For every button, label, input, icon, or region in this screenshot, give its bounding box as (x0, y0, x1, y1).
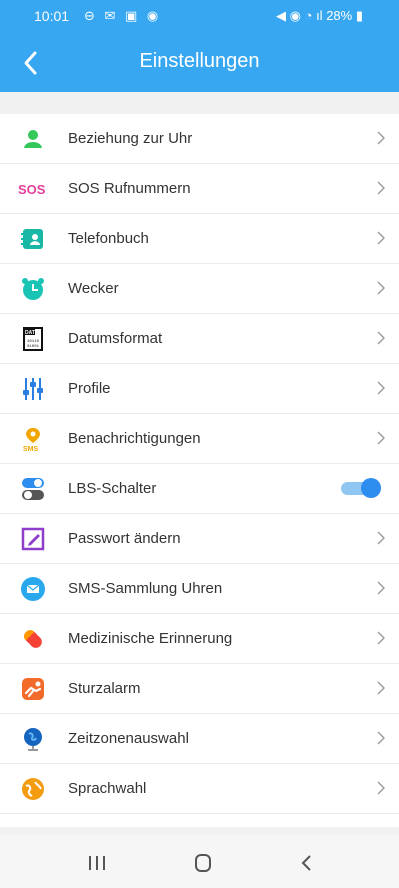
chevron-right-icon (375, 728, 387, 748)
settings-item-label: Sturzalarm (68, 680, 141, 697)
chevron-right-icon (375, 628, 387, 648)
settings-item[interactable]: DAT 10110 01001 Datumsformat (0, 314, 399, 364)
system-nav-bar (0, 835, 399, 888)
contacts-icon (20, 226, 46, 252)
fall-alarm-icon (20, 676, 46, 702)
settings-item[interactable]: Beziehung zur Uhr (0, 114, 399, 164)
settings-item-label: Beziehung zur Uhr (68, 130, 193, 147)
chevron-right-icon (375, 778, 387, 798)
bottom-divider (0, 827, 399, 835)
alarm-clock-icon (20, 276, 46, 302)
svg-text:SMS: SMS (23, 446, 39, 452)
person-icon (20, 126, 46, 152)
chevron-right-icon (375, 528, 387, 548)
chevron-right-icon (375, 578, 387, 598)
chevron-right-icon (375, 128, 387, 148)
date-format-icon: DAT 10110 01001 (20, 326, 46, 352)
chevron-right-icon (375, 378, 387, 398)
settings-item[interactable]: Passwort ändern (0, 514, 399, 564)
settings-item[interactable]: Telefonbuch (0, 214, 399, 264)
sms-mail-icon (20, 576, 46, 602)
settings-item-label: Profile (68, 380, 111, 397)
settings-item[interactable]: Sturzalarm (0, 664, 399, 714)
settings-item-label: SOS Rufnummern (68, 180, 191, 197)
status-bar: 10:01 ⊖ ✉ ▣ ◉ ◀ ◉ ◔ ıl 28% ▮ (0, 0, 399, 34)
top-divider (0, 92, 399, 114)
settings-item[interactable]: Medizinische Erinnerung (0, 614, 399, 664)
settings-item-label: Medizinische Erinnerung (68, 630, 233, 647)
back-icon[interactable] (292, 851, 322, 875)
chevron-right-icon (375, 228, 387, 248)
svg-text:SOS: SOS (18, 182, 46, 197)
page-title: Einstellungen (139, 50, 260, 72)
settings-item-label: Sprachwahl (68, 780, 147, 797)
app-bar: 10:01 ⊖ ✉ ▣ ◉ ◀ ◉ ◔ ıl 28% ▮ Einstellung… (0, 0, 399, 92)
settings-item-label: Passwort ändern (68, 530, 181, 547)
sos-icon: SOS (18, 176, 52, 202)
chevron-right-icon (375, 428, 387, 448)
settings-item[interactable]: Sprachwahl (0, 764, 399, 814)
settings-item[interactable]: Zeitzonenauswahl (0, 714, 399, 764)
settings-item[interactable]: SOS SOS Rufnummern (0, 164, 399, 214)
settings-item-label: Benachrichtigungen (68, 430, 201, 447)
settings-list: Beziehung zur Uhr SOS SOS Rufnummern Telefo… (0, 114, 399, 814)
battery-level: 28% (326, 8, 353, 23)
status-system-icons: ◀ ◉ ◔ ıl 28% ▮ (276, 8, 363, 24)
lbs-toggle[interactable] (341, 478, 381, 498)
settings-item-label: SMS-Sammlung Uhren (68, 580, 223, 597)
edit-icon (20, 526, 46, 552)
settings-item[interactable]: SMS-Sammlung Uhren (0, 564, 399, 614)
recent-apps-icon[interactable] (82, 851, 112, 875)
globe-icon (20, 726, 46, 752)
settings-item[interactable]: Wecker (0, 264, 399, 314)
settings-item-label: Datumsformat (68, 330, 163, 347)
chevron-right-icon (375, 278, 387, 298)
battery-icon: ▮ (352, 8, 363, 23)
status-signal-icons: ◀ ◉ ◔ ıl (276, 8, 323, 23)
chevron-right-icon (375, 178, 387, 198)
settings-item-label: Zeitzonenauswahl (68, 730, 189, 747)
settings-item[interactable]: Profile (0, 364, 399, 414)
svg-text:01001: 01001 (27, 345, 40, 349)
chevron-right-icon (375, 678, 387, 698)
language-icon (20, 776, 46, 802)
settings-item[interactable]: LBS-Schalter (0, 464, 399, 514)
settings-item-label: Telefonbuch (68, 230, 149, 247)
chevron-right-icon (375, 328, 387, 348)
switch-icon (20, 476, 46, 502)
equalizer-icon (20, 376, 46, 402)
settings-item[interactable]: SMS Benachrichtigungen (0, 414, 399, 464)
sms-location-icon: SMS (20, 426, 46, 452)
settings-item-label: LBS-Schalter (68, 480, 157, 497)
settings-item-label: Wecker (68, 280, 119, 297)
pill-icon (20, 626, 46, 652)
home-icon[interactable] (188, 851, 218, 875)
svg-text:10110: 10110 (27, 340, 40, 344)
svg-text:DAT: DAT (25, 330, 35, 336)
status-time: 10:01 (34, 8, 70, 24)
status-notification-icons: ⊖ ✉ ▣ ◉ (84, 8, 162, 23)
